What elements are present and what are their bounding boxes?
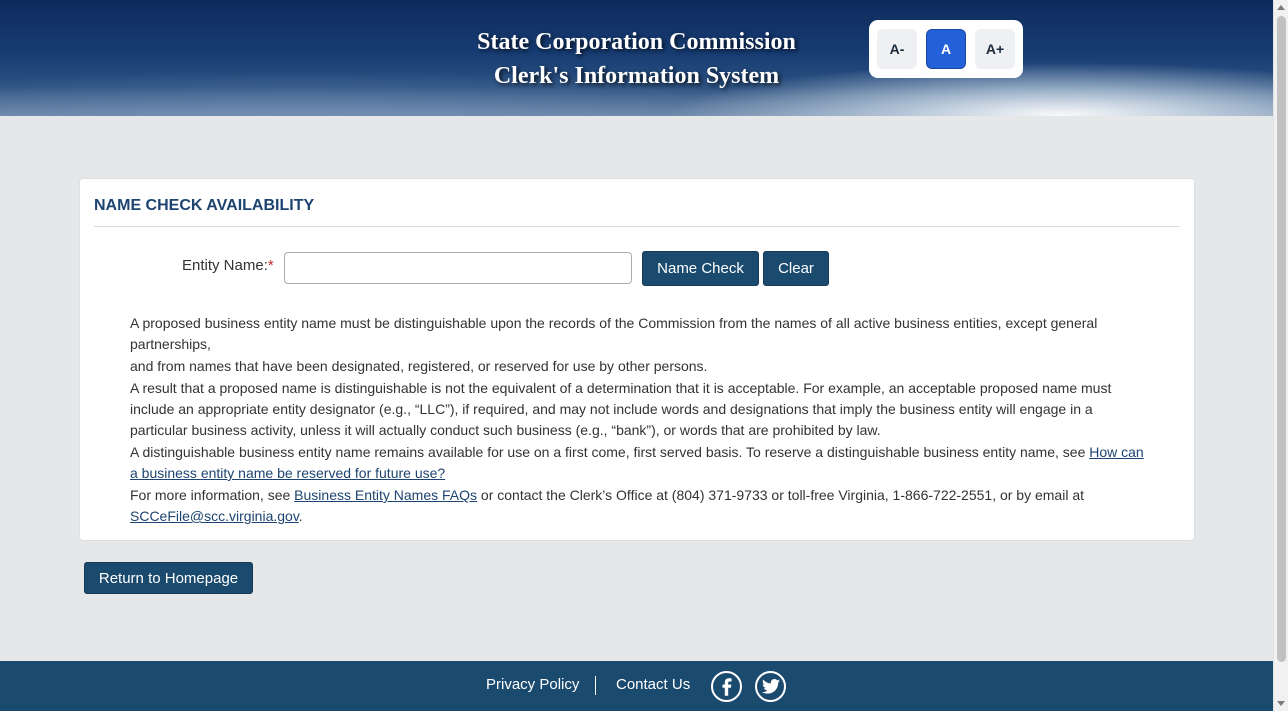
name-check-card: NAME CHECK AVAILABILITY Entity Name:* Na… xyxy=(79,178,1195,541)
faq-link[interactable]: Business Entity Names FAQs xyxy=(294,487,477,503)
contact-us-link[interactable]: Contact Us xyxy=(616,676,690,693)
info-paragraph-1b: and from names that have been designated… xyxy=(130,358,708,374)
vertical-scrollbar[interactable] xyxy=(1273,0,1288,711)
info-paragraph-4-text1: For more information, see xyxy=(130,487,295,503)
site-title-line1: State Corporation Commission xyxy=(477,29,796,55)
info-paragraph-4-text3: . xyxy=(298,508,303,524)
return-homepage-button[interactable]: Return to Homepage xyxy=(84,562,253,594)
scroll-down-arrow-icon[interactable] xyxy=(1277,701,1285,706)
twitter-icon[interactable] xyxy=(755,671,786,702)
info-paragraph-3-text: A distinguishable business entity name r… xyxy=(130,444,1090,460)
site-header: State Corporation Commission Clerk's Inf… xyxy=(0,0,1273,116)
info-paragraph-3: A distinguishable business entity name r… xyxy=(130,442,1150,484)
footer-separator xyxy=(595,676,596,695)
info-paragraph-1a: A proposed business entity name must be … xyxy=(130,315,1098,352)
entity-name-input[interactable] xyxy=(284,252,632,284)
font-default-button[interactable]: A xyxy=(926,29,966,69)
scrollbar-thumb[interactable] xyxy=(1277,16,1286,662)
name-check-button[interactable]: Name Check xyxy=(642,251,759,286)
page: State Corporation Commission Clerk's Inf… xyxy=(0,0,1273,711)
required-marker: * xyxy=(267,257,274,274)
info-paragraph-4: For more information, see Business Entit… xyxy=(130,485,1150,527)
card-divider xyxy=(94,226,1180,227)
info-paragraph-4-text2: or contact the Clerk’s Office at (804) 3… xyxy=(477,487,1085,503)
entity-name-label-text: Entity Name: xyxy=(182,257,268,274)
site-title: State Corporation Commission Clerk's Inf… xyxy=(0,25,1273,93)
site-footer: Privacy Policy Contact Us xyxy=(0,661,1273,711)
site-title-line2: Clerk's Information System xyxy=(493,63,780,89)
clear-button[interactable]: Clear xyxy=(763,251,829,286)
font-increase-button[interactable]: A+ xyxy=(975,29,1015,69)
info-text: A proposed business entity name must be … xyxy=(130,313,1150,528)
card-title: NAME CHECK AVAILABILITY xyxy=(94,197,315,214)
entity-name-label: Entity Name:* xyxy=(182,257,274,274)
font-size-controls: A- A A+ xyxy=(869,20,1023,78)
facebook-icon[interactable] xyxy=(711,671,742,702)
scroll-up-arrow-icon[interactable] xyxy=(1277,5,1285,10)
font-decrease-button[interactable]: A- xyxy=(877,29,917,69)
email-link[interactable]: SCCeFile@scc.virginia.gov xyxy=(130,508,299,524)
privacy-policy-link[interactable]: Privacy Policy xyxy=(486,676,579,693)
info-paragraph-2: A result that a proposed name is disting… xyxy=(130,380,1112,438)
